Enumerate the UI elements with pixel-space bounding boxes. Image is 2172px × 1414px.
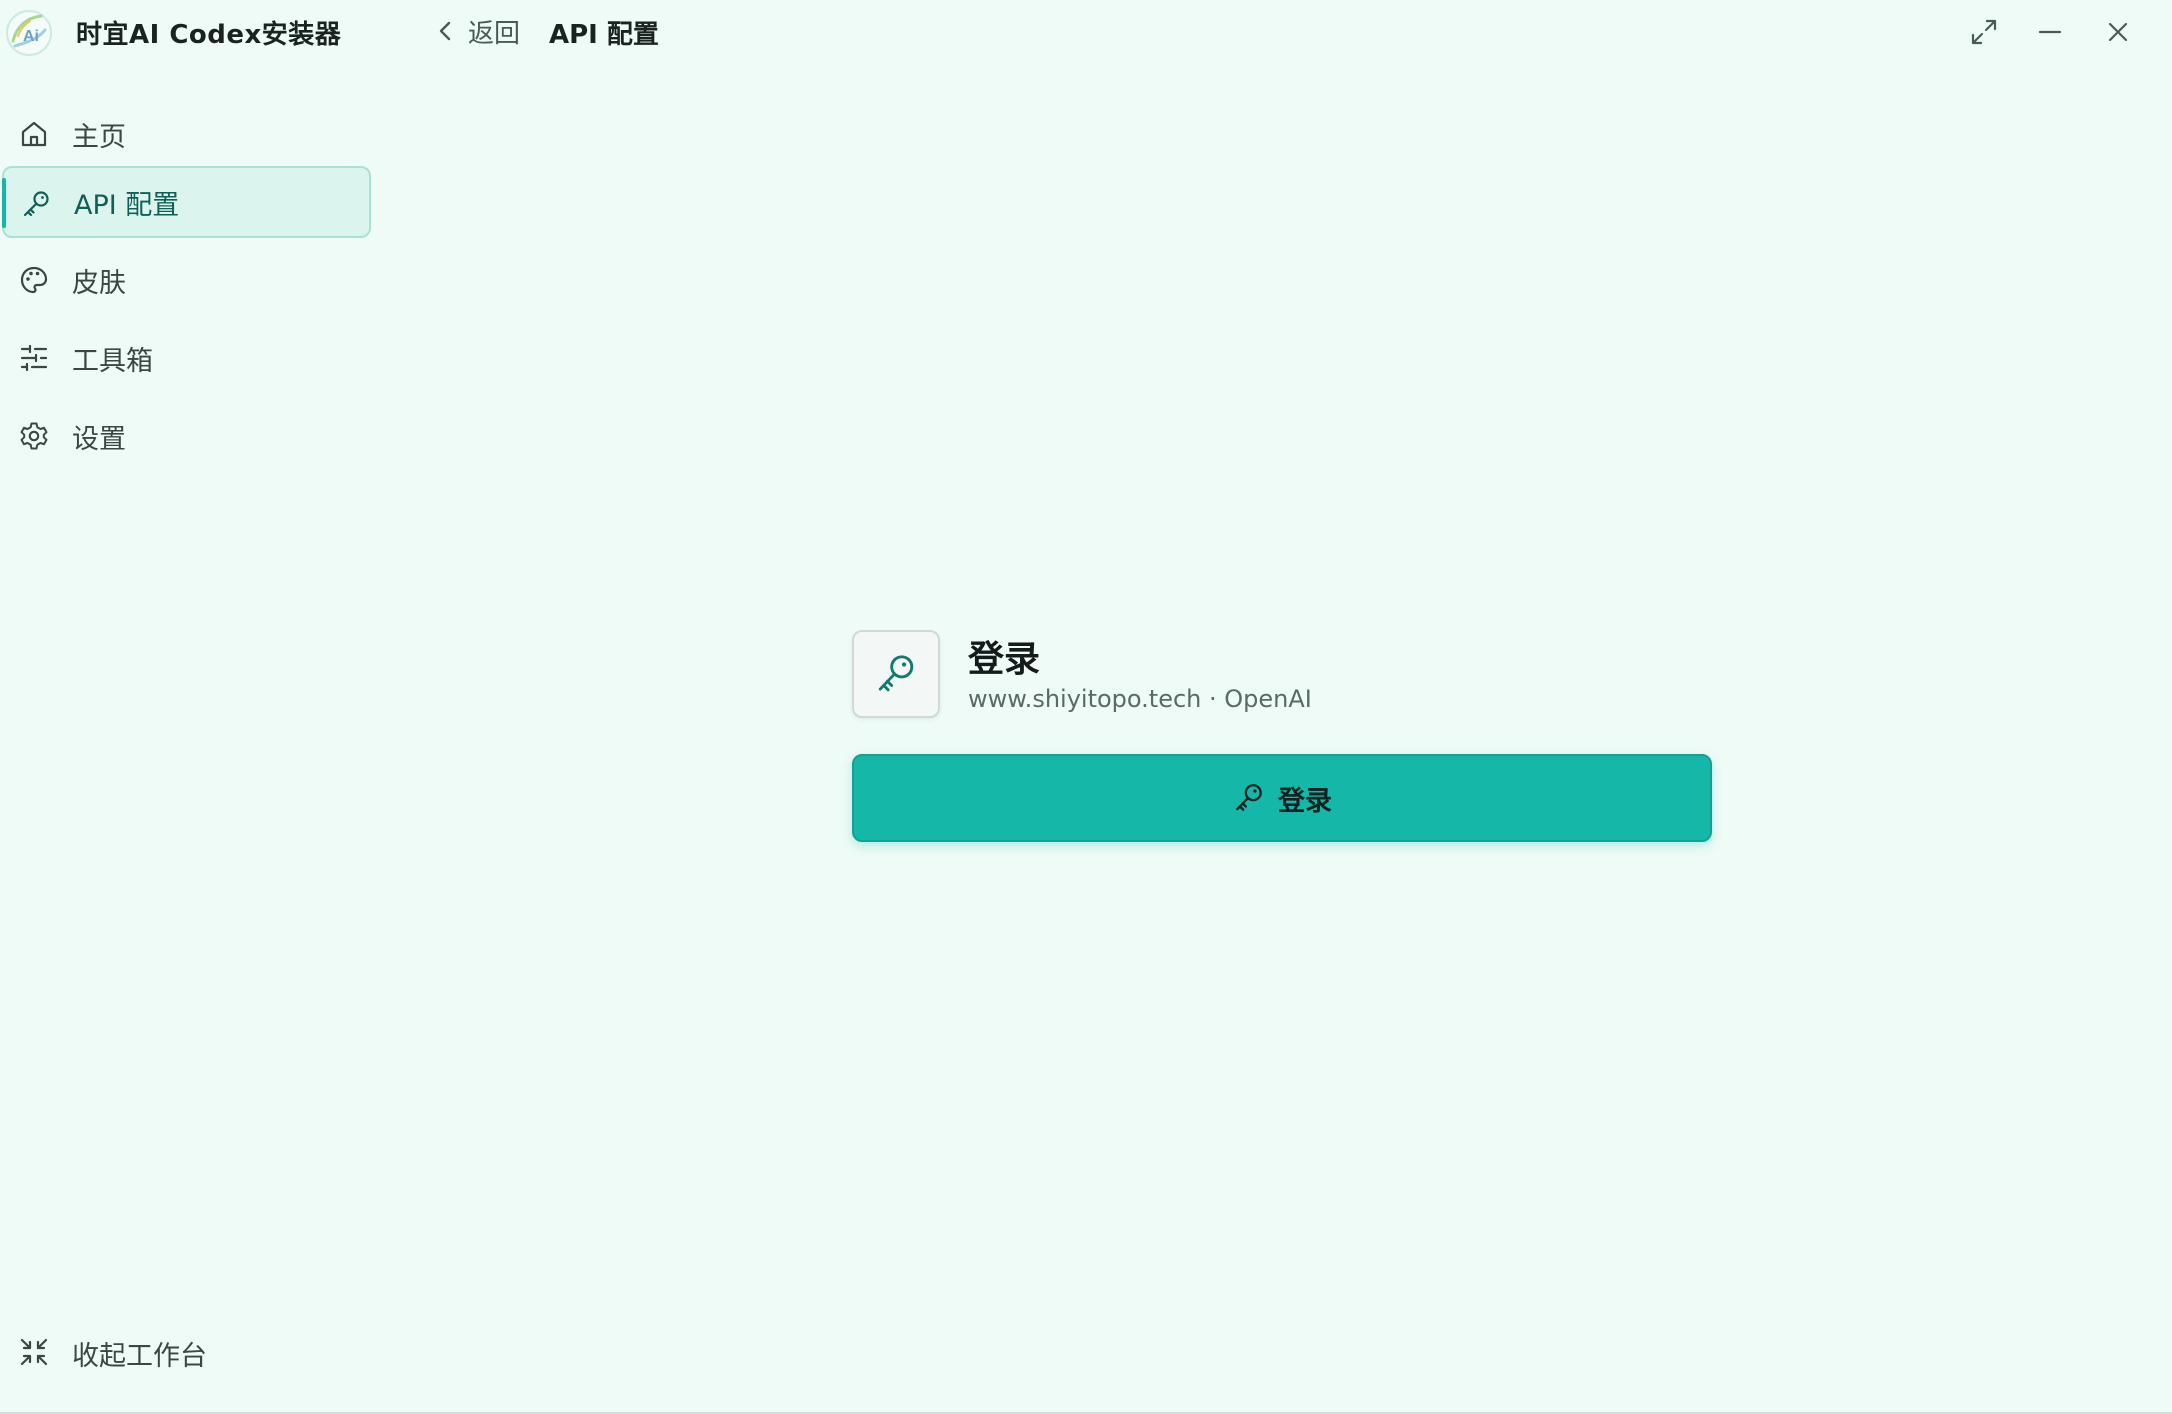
- provider-key-icon: [852, 630, 940, 718]
- provider-subtitle: www.shiyitopo.tech · OpenAI: [968, 685, 1312, 713]
- provider-card: 登录 www.shiyitopo.tech · OpenAI: [852, 630, 1712, 722]
- back-button[interactable]: 返回: [434, 12, 520, 50]
- key-icon: [20, 188, 52, 220]
- key-icon: [1232, 781, 1266, 815]
- sliders-icon: [18, 342, 50, 374]
- sidebar-item-settings[interactable]: 设置: [2, 400, 371, 472]
- back-label: 返回: [468, 18, 521, 49]
- collapse-workspace-button[interactable]: 收起工作台: [2, 1316, 371, 1388]
- provider-name: 登录: [968, 639, 1041, 680]
- sidebar-item-api-config[interactable]: API 配置: [2, 166, 371, 238]
- gear-icon: [18, 420, 50, 452]
- app-logo-icon: Ai: [4, 8, 54, 58]
- home-icon: [18, 118, 50, 150]
- minimize-button[interactable]: [2032, 14, 2068, 50]
- title-bar: Ai 时宜AI Codex安装器 返回 API 配置: [0, 0, 2172, 62]
- sidebar-item-label: 工具箱: [72, 345, 153, 377]
- collapse-icon: [18, 1336, 50, 1368]
- login-button[interactable]: 登录: [852, 754, 1712, 842]
- page-title: API 配置: [549, 20, 659, 50]
- sidebar-item-label: 主页: [72, 121, 126, 153]
- sidebar-item-home[interactable]: 主页: [2, 98, 371, 170]
- sidebar-item-label: 皮肤: [72, 267, 126, 299]
- svg-text:Ai: Ai: [23, 28, 39, 45]
- palette-icon: [18, 264, 50, 296]
- sidebar-item-label: API 配置: [74, 189, 180, 221]
- close-button[interactable]: [2100, 14, 2136, 50]
- login-button-label: 登录: [1278, 785, 1332, 817]
- maximize-button[interactable]: [1966, 14, 2002, 50]
- sidebar-item-label: 设置: [72, 423, 126, 455]
- expand-icon: [1968, 16, 2000, 48]
- close-icon: [2102, 16, 2134, 48]
- minimize-icon: [2034, 16, 2066, 48]
- app-window: Ai 时宜AI Codex安装器 返回 API 配置 主页 API 配置 皮肤 …: [0, 0, 2172, 1414]
- chevron-left-icon: [434, 19, 458, 43]
- sidebar-item-toolbox[interactable]: 工具箱: [2, 322, 371, 394]
- app-title: 时宜AI Codex安装器: [76, 20, 342, 50]
- collapse-workspace-label: 收起工作台: [72, 1341, 207, 1372]
- sidebar-item-skin[interactable]: 皮肤: [2, 244, 371, 316]
